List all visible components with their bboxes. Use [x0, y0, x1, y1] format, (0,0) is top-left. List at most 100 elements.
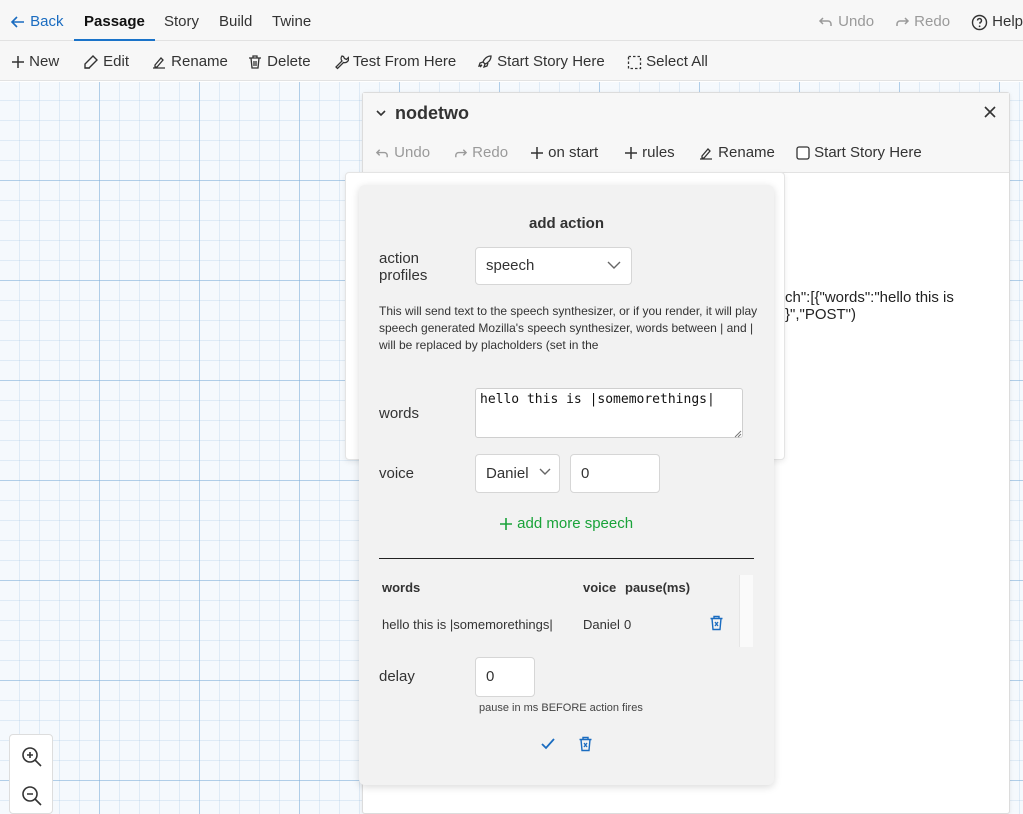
close-icon[interactable]: [983, 105, 997, 119]
passage-text[interactable]: ch":[{"words":"hello this is }","POST"): [785, 289, 954, 323]
action-profiles-label-line-1: action: [379, 250, 420, 267]
delay-hint: pause in ms BEFORE action fires: [479, 702, 643, 714]
help-icon: [971, 14, 988, 30]
checkbox-icon: [796, 146, 810, 160]
rename-button[interactable]: Rename: [151, 41, 228, 81]
chevron-down-icon[interactable]: [375, 107, 387, 119]
undo-label: Undo: [838, 13, 875, 30]
redo-label: Redo: [914, 13, 951, 30]
zoom-in-button[interactable]: [20, 745, 44, 769]
rename-label: Rename: [171, 53, 228, 70]
divider: [379, 558, 754, 559]
dialog-redo-button[interactable]: Redo: [453, 144, 508, 161]
delete-action-icon[interactable]: [578, 736, 593, 752]
plus-icon: [500, 518, 512, 531]
plus-icon: [12, 56, 24, 69]
voice-select[interactable]: Daniel: [475, 454, 560, 493]
edit-button[interactable]: Edit: [83, 41, 129, 81]
tab-passage[interactable]: Passage: [74, 0, 155, 41]
chevron-down-icon: [607, 261, 621, 269]
action-profile-select[interactable]: speech: [475, 247, 632, 285]
table-header-voice: voice: [583, 580, 617, 595]
action-profile-value: speech: [486, 257, 535, 274]
resize-handle-icon[interactable]: [734, 430, 742, 438]
new-label: New: [29, 53, 60, 70]
voice-label: voice: [379, 465, 415, 482]
tab-twine-label: Twine: [272, 13, 312, 30]
tab-story[interactable]: Story: [164, 0, 199, 41]
table-header-pause: pause(ms): [625, 580, 691, 595]
dialog-title: nodetwo: [395, 103, 469, 123]
add-more-speech-button[interactable]: add more speech: [499, 515, 633, 532]
start-story-here-label: Start Story Here: [497, 53, 605, 70]
undo-icon: [375, 148, 388, 157]
rules-label: rules: [642, 144, 675, 161]
arrow-left-icon: [10, 16, 24, 28]
delete-row-icon[interactable]: [709, 615, 724, 631]
passage-text-line-2: }","POST"): [785, 306, 856, 323]
confirm-check-icon[interactable]: [541, 738, 555, 750]
delay-label: delay: [379, 668, 415, 685]
table-header-words: words: [382, 580, 421, 595]
zoom-out-button[interactable]: [20, 784, 44, 808]
pause-input[interactable]: 0: [570, 454, 660, 493]
test-from-here-label: Test From Here: [352, 53, 457, 70]
redo-button[interactable]: Redo: [894, 0, 950, 41]
action-profiles-label-line-2: profiles: [379, 267, 428, 284]
zoom-in-icon: [22, 747, 42, 767]
table-cell-voice: Daniel: [583, 617, 620, 632]
test-from-here-button[interactable]: Test From Here: [333, 41, 456, 81]
help-label: Help: [992, 13, 1023, 30]
tab-twine[interactable]: Twine: [272, 0, 311, 41]
add-action-heading: add action: [528, 215, 604, 232]
add-action-panel: add action action profiles speech This w…: [359, 185, 774, 785]
delete-label: Delete: [267, 53, 311, 70]
dialog-header: nodetwo Undo Redo on start rules Rename …: [363, 93, 1009, 173]
action-description: This will send text to the speech synthe…: [379, 304, 758, 352]
passage-text-line-1: ch":[{"words":"hello this is: [785, 289, 954, 306]
plus-icon: [625, 147, 637, 160]
table-cell-pause: 0: [624, 617, 632, 632]
select-all-button[interactable]: Select All: [627, 41, 708, 81]
select-all-label: Select All: [646, 53, 708, 70]
undo-button[interactable]: Undo: [818, 0, 874, 41]
edit-label: Edit: [103, 53, 130, 70]
delay-input[interactable]: 0: [475, 657, 535, 697]
zoom-out-icon: [22, 786, 42, 806]
dialog-start-story-here[interactable]: Start Story Here: [796, 144, 922, 161]
undo-icon: [818, 17, 832, 27]
edit-icon: [84, 55, 98, 69]
rename-icon: [153, 57, 165, 69]
trash-icon: [249, 55, 261, 69]
dialog-undo-button[interactable]: Undo: [375, 144, 430, 161]
on-start-button[interactable]: on start: [530, 144, 598, 161]
dialog-rename-button[interactable]: Rename: [698, 144, 775, 161]
zoom-controls: [9, 734, 53, 814]
back-button[interactable]: Back: [10, 0, 64, 41]
table-cell-words: hello this is |somemorethings|: [382, 617, 553, 632]
new-button[interactable]: New: [11, 41, 59, 81]
add-more-speech-label: add more speech: [517, 515, 634, 532]
passage-toolbar: New Edit Rename Delete Test From Here St…: [0, 41, 1023, 81]
wrench-icon: [335, 55, 349, 70]
table-scrollbar[interactable]: [739, 575, 753, 647]
back-label: Back: [30, 13, 64, 30]
plus-icon: [531, 147, 543, 160]
top-nav: Back Passage Story Build Twine Undo Redo…: [0, 0, 1023, 41]
tab-build-label: Build: [219, 13, 253, 30]
redo-icon: [455, 148, 468, 157]
rocket-icon: [477, 55, 492, 69]
redo-icon: [896, 17, 910, 27]
dialog-undo-label: Undo: [394, 144, 431, 161]
start-story-here-button[interactable]: Start Story Here: [477, 41, 605, 81]
tab-passage-label: Passage: [84, 13, 145, 30]
voice-value: Daniel: [486, 465, 529, 482]
dialog-redo-label: Redo: [472, 144, 509, 161]
delete-button[interactable]: Delete: [247, 41, 311, 81]
dialog-start-story-here-label: Start Story Here: [814, 144, 922, 161]
help-button[interactable]: Help: [971, 0, 1023, 41]
tab-build[interactable]: Build: [219, 0, 252, 41]
speech-table: words voice pause(ms) hello this is |som…: [379, 575, 753, 647]
words-textarea[interactable]: hello this is |somemorethings|: [475, 388, 743, 438]
rules-button[interactable]: rules: [624, 144, 675, 161]
